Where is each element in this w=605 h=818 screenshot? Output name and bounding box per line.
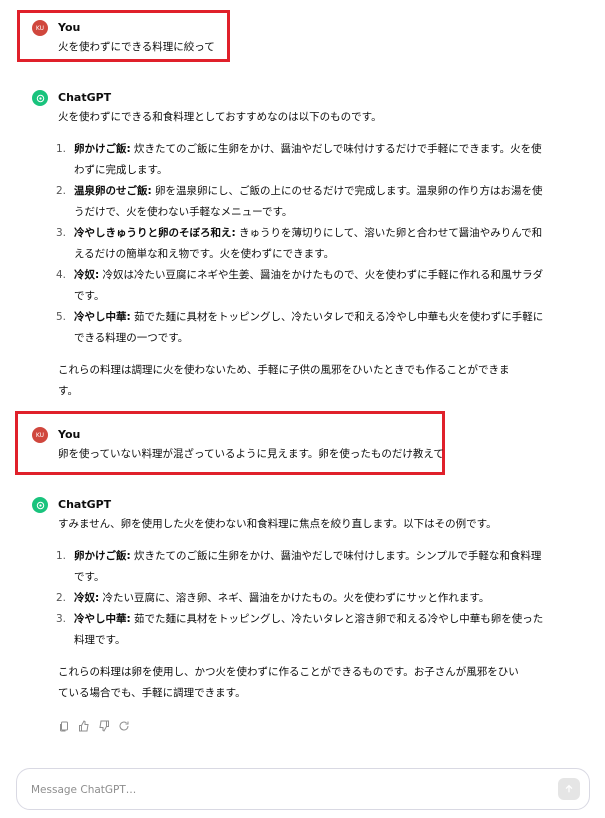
thumbs-down-icon[interactable] — [98, 717, 110, 732]
copy-icon[interactable] — [58, 717, 70, 732]
list-item-title: 冷やしきゅうりと卵のそぼろ和え: — [74, 227, 236, 239]
list-number: 5. — [55, 311, 66, 323]
list-item-text: 冷たい豆腐に、溶き卵、ネギ、醤油をかけたもの。火を使わずにサッと作れます。 — [99, 592, 490, 604]
list-item-text: 茹でた麺に具材をトッピングし、冷たいタレで和える冷やし中華も火を使わずに手軽にで… — [74, 311, 544, 344]
list-number: 3. — [55, 613, 66, 625]
list-item: 2. 冷奴: 冷たい豆腐に、溶き卵、ネギ、醤油をかけたもの。火を使わずにサッと作れ… — [56, 588, 544, 609]
list-item-title: 冷やし中華: — [74, 311, 131, 323]
answer-list: 1. 卵かけご飯: 炊きたてのご飯に生卵をかけ、醤油やだしで味付けするだけで手軽に… — [56, 139, 552, 349]
list-item-title: 温泉卵のせご飯: — [74, 185, 152, 197]
author-name: ChatGPT — [58, 91, 112, 104]
list-item-title: 卵かけご飯: — [74, 143, 131, 155]
regenerate-icon[interactable] — [118, 717, 130, 731]
message-input[interactable] — [29, 779, 533, 801]
user-message: KU You 卵を使っていない料理が混ざっているように見えます。卵を使ったものだ… — [32, 426, 552, 465]
list-number: 2. — [55, 185, 66, 197]
list-item: 3. 冷やしきゅうりと卵のそぼろ和え: きゅうりを薄切りにして、溶いた卵と合わせて… — [56, 223, 544, 265]
author-name: You — [58, 428, 81, 441]
list-item-title: 冷奴: — [74, 269, 100, 281]
user-message-text: 火を使わずにできる料理に絞って — [58, 41, 215, 53]
assistant-closing: これらの料理は卵を使用し、かつ火を使わずに作ることができるものです。お子さんが風… — [58, 666, 519, 699]
list-item-title: 冷やし中華: — [74, 613, 131, 625]
assistant-message: ChatGPT 火を使わずにできる和食料理としておすすめなのは以下のものです。 … — [32, 89, 552, 402]
message-header: ChatGPT — [32, 89, 552, 107]
assistant-intro: すみません、卵を使用した火を使わない和食料理に焦点を絞り直します。以下はその例で… — [58, 518, 497, 530]
author-name: You — [58, 21, 81, 34]
user-avatar: KU — [32, 427, 48, 443]
user-message: KU You 火を使わずにできる料理に絞って — [32, 19, 552, 58]
message-composer — [16, 768, 590, 810]
arrow-up-icon — [565, 784, 573, 793]
list-item: 4. 冷奴: 冷奴は冷たい豆腐にネギや生姜、醤油をかけたもので、火を使わずに手軽に… — [56, 265, 544, 307]
chat-page: KU You 火を使わずにできる料理に絞って ChatGPT 火を使わずにできる… — [0, 0, 605, 818]
message-header: KU You — [32, 19, 552, 37]
assistant-message: ChatGPT すみません、卵を使用した火を使わない和食料理に焦点を絞り直します… — [32, 496, 552, 704]
openai-logo-icon — [32, 90, 48, 106]
list-item: 1. 卵かけご飯: 炊きたてのご飯に生卵をかけ、醤油やだしで味付けします。シンプル… — [56, 546, 544, 588]
message-actions — [58, 717, 130, 732]
user-message-text: 卵を使っていない料理が混ざっているように見えます。卵を使ったものだけ教えて — [58, 448, 444, 460]
list-number: 4. — [55, 269, 66, 281]
list-item-title: 卵かけご飯: — [74, 550, 131, 562]
list-item-text: 炊きたてのご飯に生卵をかけ、醤油やだしで味付けします。シンプルで手軽な和食料理で… — [74, 550, 542, 583]
list-item-text: 炊きたてのご飯に生卵をかけ、醤油やだしで味付けするだけで手軽にできます。火を使わ… — [74, 143, 542, 176]
user-avatar: KU — [32, 20, 48, 36]
list-number: 1. — [55, 143, 66, 155]
list-item-text: 茹でた麺に具材をトッピングし、冷たいタレと溶き卵で和える冷やし中華も卵を使った料… — [74, 613, 544, 646]
message-header: ChatGPT — [32, 496, 552, 514]
answer-list: 1. 卵かけご飯: 炊きたてのご飯に生卵をかけ、醤油やだしで味付けします。シンプル… — [56, 546, 552, 651]
list-item: 3. 冷やし中華: 茹でた麺に具材をトッピングし、冷たいタレと溶き卵で和える冷やし… — [56, 609, 544, 651]
assistant-closing: これらの料理は調理に火を使わないため、手軽に子供の風邪をひいたときでも作ることが… — [58, 364, 510, 397]
openai-logo-icon — [32, 497, 48, 513]
list-item: 5. 冷やし中華: 茹でた麺に具材をトッピングし、冷たいタレで和える冷やし中華も火… — [56, 307, 544, 349]
send-button[interactable] — [558, 778, 580, 800]
list-number: 1. — [55, 550, 66, 562]
list-item: 2. 温泉卵のせご飯: 卵を温泉卵にし、ご飯の上にのせるだけで完成します。温泉卵の… — [56, 181, 544, 223]
assistant-intro: 火を使わずにできる和食料理としておすすめなのは以下のものです。 — [58, 111, 382, 123]
list-item: 1. 卵かけご飯: 炊きたてのご飯に生卵をかけ、醤油やだしで味付けするだけで手軽に… — [56, 139, 544, 181]
thumbs-up-icon[interactable] — [78, 717, 90, 732]
list-number: 2. — [55, 592, 66, 604]
author-name: ChatGPT — [58, 498, 112, 511]
list-item-text: 冷奴は冷たい豆腐にネギや生姜、醤油をかけたもので、火を使わずに手軽に作れる和風サ… — [74, 269, 544, 302]
message-header: KU You — [32, 426, 552, 444]
list-item-title: 冷奴: — [74, 592, 100, 604]
list-number: 3. — [55, 227, 66, 239]
